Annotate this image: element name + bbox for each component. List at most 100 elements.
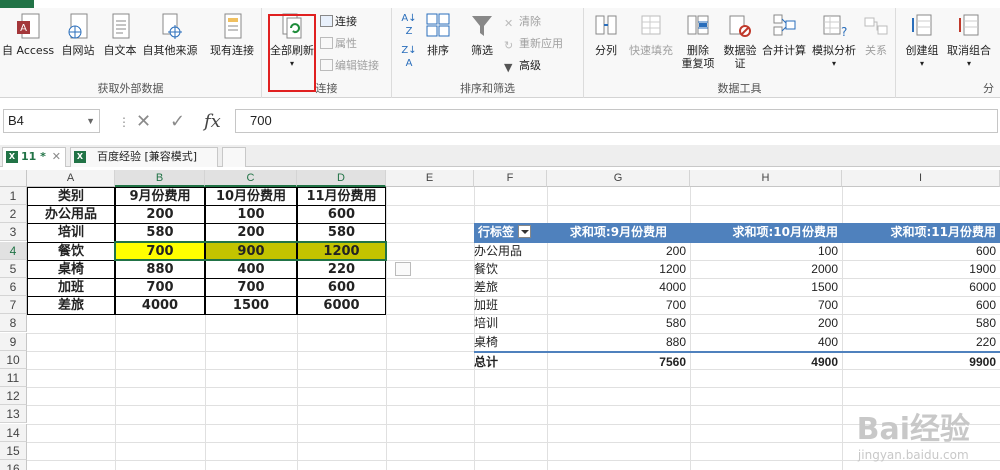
flash-fill-button[interactable]: 快速填充 xyxy=(626,12,676,57)
cancel-icon[interactable]: ✕ xyxy=(136,111,151,132)
pivot-cell[interactable]: 200 xyxy=(690,314,842,333)
existing-connections-button[interactable]: 现有连接 xyxy=(205,12,259,57)
table1-cell[interactable]: 差旅 xyxy=(27,296,115,316)
pivot-cell[interactable]: 700 xyxy=(690,296,842,315)
ungroup-button[interactable]: 取消组合 ▾ xyxy=(944,12,994,70)
row-header-8[interactable]: 8 xyxy=(0,314,27,333)
pivot-cell[interactable]: 400 xyxy=(690,333,842,352)
table1-cell[interactable]: 580 xyxy=(297,223,386,243)
filter-dropdown-icon[interactable] xyxy=(518,225,532,239)
column-header-g[interactable]: G xyxy=(547,170,690,187)
pivot-cell[interactable]: 2000 xyxy=(690,260,842,279)
pivot-cell[interactable]: 100 xyxy=(690,242,842,261)
text-to-columns-button[interactable]: 分列 xyxy=(588,12,624,57)
row-header-11[interactable]: 11 xyxy=(0,369,27,387)
table1-cell[interactable]: 1200 xyxy=(297,241,386,261)
properties-button[interactable]: 属性 xyxy=(320,36,357,52)
pivot-cell[interactable]: 差旅 xyxy=(474,278,547,297)
row-header-16[interactable]: 16 xyxy=(0,460,27,470)
pivot-header-cell[interactable]: 求和项:10月份费用 xyxy=(690,223,842,243)
pivot-cell[interactable]: 200 xyxy=(547,242,690,261)
pivot-total-cell[interactable]: 总计 xyxy=(474,350,547,370)
row-header-1[interactable]: 1 xyxy=(0,187,27,205)
table1-cell[interactable]: 200 xyxy=(115,205,205,225)
column-header-b[interactable]: B xyxy=(115,170,205,187)
table1-header-cell[interactable]: 10月份费用 xyxy=(205,187,297,207)
table1-header-cell[interactable]: 9月份费用 xyxy=(115,187,205,207)
enter-check-icon[interactable]: ✓ xyxy=(170,111,185,132)
pivot-total-cell[interactable]: 9900 xyxy=(842,350,1000,370)
column-header-h[interactable]: H xyxy=(690,170,842,187)
table1-cell[interactable]: 加班 xyxy=(27,278,115,298)
quick-analysis-icon[interactable] xyxy=(395,262,411,276)
table1-cell[interactable]: 桌椅 xyxy=(27,259,115,279)
sort-button[interactable]: 排序 xyxy=(422,12,454,57)
relationships-button[interactable]: 关系 xyxy=(860,12,892,57)
table1-header-cell[interactable]: 11月份费用 xyxy=(297,187,386,207)
row-header-13[interactable]: 13 xyxy=(0,405,27,424)
pivot-cell[interactable]: 880 xyxy=(547,333,690,352)
chevron-down-icon[interactable]: ▼ xyxy=(86,110,95,132)
row-header-6[interactable]: 6 xyxy=(0,278,27,296)
select-all-corner[interactable] xyxy=(0,170,27,187)
pivot-cell[interactable]: 580 xyxy=(842,314,1000,333)
remove-duplicates-button[interactable]: 删除 重复项 xyxy=(678,12,718,70)
row-header-3[interactable]: 3 xyxy=(0,223,27,242)
pivot-header-cell[interactable]: 求和项:9月份费用 xyxy=(547,223,690,243)
row-header-5[interactable]: 5 xyxy=(0,259,27,278)
consolidate-button[interactable]: 合并计算 xyxy=(760,12,808,57)
from-text-button[interactable]: 自文本 xyxy=(100,12,140,57)
pivot-cell[interactable]: 220 xyxy=(842,333,1000,352)
column-header-a[interactable]: A xyxy=(27,170,115,187)
table1-cell[interactable]: 1500 xyxy=(205,296,297,316)
advanced-filter-button[interactable]: ▼ 高级 xyxy=(504,58,541,74)
data-validation-button[interactable]: 数据验 证 xyxy=(720,12,760,70)
row-header-9[interactable]: 9 xyxy=(0,332,27,351)
row-header-4[interactable]: 4 xyxy=(0,241,27,260)
table1-cell[interactable]: 餐饮 xyxy=(27,241,115,261)
column-header-i[interactable]: I xyxy=(842,170,1000,187)
from-other-sources-button[interactable]: 自其他来源 xyxy=(140,12,200,57)
column-header-c[interactable]: C xyxy=(205,170,297,187)
table1-cell[interactable]: 6000 xyxy=(297,296,386,316)
reapply-button[interactable]: ↻ 重新应用 xyxy=(504,36,563,52)
what-if-analysis-button[interactable]: ? 模拟分析 ▾ xyxy=(810,12,858,70)
pivot-total-cell[interactable]: 7560 xyxy=(547,350,690,370)
table1-cell[interactable]: 100 xyxy=(205,205,297,225)
pivot-cell[interactable]: 6000 xyxy=(842,278,1000,297)
table1-cell[interactable]: 600 xyxy=(297,278,386,298)
workbook-tab[interactable]: X 百度经验 [兼容模式] xyxy=(70,147,218,167)
row-header-15[interactable]: 15 xyxy=(0,441,27,460)
pivot-cell[interactable]: 1900 xyxy=(842,260,1000,279)
column-header-d[interactable]: D xyxy=(297,170,386,187)
insert-function-icon[interactable]: fx xyxy=(204,111,221,132)
from-access-button[interactable]: A 自 Access xyxy=(2,12,54,57)
pivot-cell[interactable]: 加班 xyxy=(474,296,547,315)
row-header-7[interactable]: 7 xyxy=(0,296,27,315)
pivot-header-cell[interactable]: 求和项:11月份费用 xyxy=(842,223,1000,243)
row-header-10[interactable]: 10 xyxy=(0,350,27,369)
table1-cell[interactable]: 200 xyxy=(205,223,297,243)
connections-button[interactable]: 连接 xyxy=(320,14,357,30)
table1-cell[interactable]: 700 xyxy=(205,278,297,298)
table1-header-cell[interactable]: 类别 xyxy=(27,187,115,207)
sort-az-button[interactable]: A↓ Z Z↓ A xyxy=(398,12,420,70)
table1-cell[interactable]: 580 xyxy=(115,223,205,243)
column-header-e[interactable]: E xyxy=(386,170,474,187)
table1-cell[interactable]: 培训 xyxy=(27,223,115,243)
pivot-cell[interactable]: 办公用品 xyxy=(474,242,547,261)
clear-filter-button[interactable]: ✕ 清除 xyxy=(504,14,541,30)
group-button[interactable]: 创建组 ▾ xyxy=(900,12,944,70)
row-header-12[interactable]: 12 xyxy=(0,387,27,406)
pivot-cell[interactable]: 600 xyxy=(842,242,1000,261)
filter-button[interactable]: 筛选 xyxy=(466,12,498,57)
pivot-total-cell[interactable]: 4900 xyxy=(690,350,842,370)
table1-cell[interactable]: 220 xyxy=(297,259,386,279)
pivot-cell[interactable]: 1200 xyxy=(547,260,690,279)
new-tab-button[interactable] xyxy=(222,147,246,167)
from-web-button[interactable]: 自网站 xyxy=(58,12,98,57)
table1-cell[interactable]: 700 xyxy=(115,241,205,261)
table1-cell[interactable]: 办公用品 xyxy=(27,205,115,225)
table1-cell[interactable]: 700 xyxy=(115,278,205,298)
pivot-cell[interactable]: 700 xyxy=(547,296,690,315)
